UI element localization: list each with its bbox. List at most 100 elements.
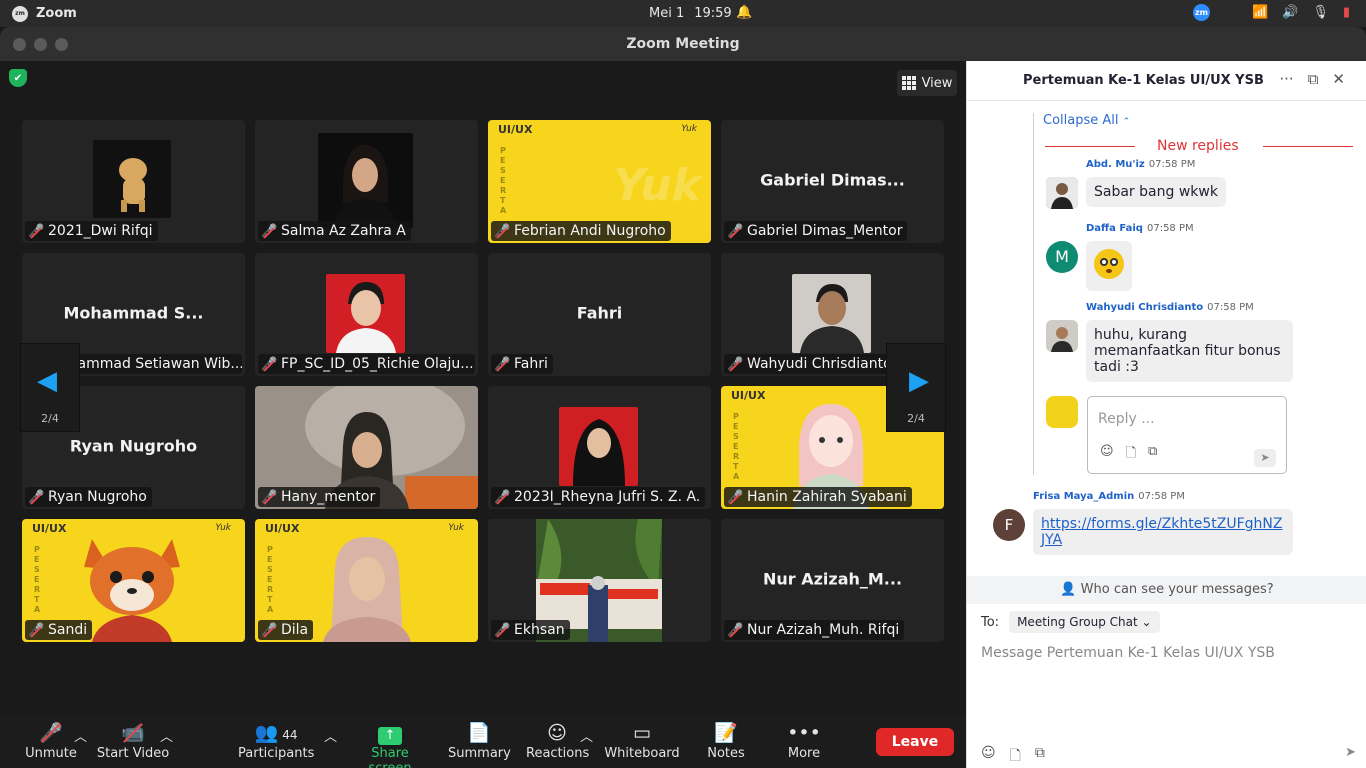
video-stage: ✔ View 🎤 2021_Dwi Rifqi 🎤 Salma Az Zahra A… — [0, 61, 966, 716]
video-tile[interactable]: Fahri 🎤 Fahri — [488, 253, 711, 376]
pop-out-icon[interactable]: ⧉ — [1308, 70, 1319, 88]
clock-time: 19:59 — [694, 6, 732, 21]
video-tile[interactable]: UI/UX Yuk PESERTA 🎤 Sandi — [22, 519, 245, 642]
message-input[interactable]: Message Pertemuan Ke-1 Kelas UI/UX YSB — [981, 645, 1275, 661]
participant-name-label: 🎤 Gabriel Dimas_Mentor — [724, 221, 908, 241]
previous-page-button[interactable]: ◀ 2/4 — [20, 343, 80, 432]
to-label: To: — [981, 614, 1000, 630]
muted-mic-icon: 🎤 — [28, 223, 45, 239]
meeting-toolbar: 🎤 Unmute ︿ 📹 Start Video ︿ 👥44 Participa… — [0, 716, 966, 768]
message-link[interactable]: https://forms.gle/Zkhte5tZUFghNZJYA — [1041, 516, 1282, 548]
zoom-logo-icon: zm — [12, 5, 28, 22]
participants-options-caret[interactable]: ︿ — [324, 726, 337, 745]
recipient-dropdown[interactable]: Meeting Group Chat ⌄ — [1009, 611, 1160, 633]
muted-mic-icon: 🎤 — [28, 489, 45, 505]
thread-line — [1033, 113, 1034, 475]
muted-mic-icon: 🎤 — [727, 223, 744, 239]
participant-name-label: 🎤 Dila — [258, 620, 314, 640]
leave-button[interactable]: Leave — [876, 728, 954, 756]
participant-display-name: Gabriel Dimas... — [760, 170, 905, 190]
video-tile[interactable]: 🎤 Hany_mentor — [255, 386, 478, 509]
avatar[interactable] — [1046, 320, 1078, 352]
notes-icon: 📝 — [714, 722, 738, 744]
share-screen-button[interactable]: ↑ Share screen — [348, 722, 432, 768]
share-screen-icon: ↑ — [378, 727, 402, 745]
participant-name-label: 🎤 2021_Dwi Rifqi — [25, 221, 158, 241]
clock[interactable]: Mei 1 19:59 — [649, 6, 732, 21]
video-tile[interactable]: 🎤 2021_Dwi Rifqi — [22, 120, 245, 243]
file-icon[interactable]: 🗋 — [1010, 745, 1021, 768]
zoom-tray-icon[interactable]: zm — [1192, 4, 1210, 21]
video-tile[interactable]: 🎤 Salma Az Zahra A — [255, 120, 478, 243]
who-can-see-banner[interactable]: 👤 Who can see your messages? — [967, 576, 1366, 604]
close-icon[interactable]: ✕ — [1332, 70, 1345, 88]
chevron-up-icon: ⌃ — [1122, 117, 1131, 127]
video-options-caret[interactable]: ︿ — [160, 726, 173, 745]
unmute-button[interactable]: 🎤 Unmute — [22, 722, 80, 761]
reply-input[interactable]: Reply ... ☺ 🗋 ⧉ ➤ — [1087, 396, 1287, 474]
chat-header: Pertemuan Ke-1 Kelas UI/UX YSB ··· ⧉ ✕ — [967, 61, 1366, 101]
more-options-icon[interactable]: ··· — [1279, 70, 1293, 88]
participants-icon: 👥 44 — [254, 722, 298, 744]
collapse-all-link[interactable]: Collapse All ⌃ — [1043, 113, 1130, 128]
send-icon[interactable]: ➤ — [1345, 745, 1356, 760]
audio-options-caret[interactable]: ︿ — [74, 726, 87, 745]
app-menu[interactable]: zm Zoom — [12, 5, 77, 22]
grid-icon — [901, 76, 916, 90]
participant-display-name: Ryan Nugroho — [69, 436, 198, 456]
more-dots-icon: ••• — [787, 722, 821, 744]
participant-display-name: Fahri — [576, 303, 623, 323]
muted-mic-icon: 🎤 — [261, 622, 278, 638]
volume-icon[interactable]: 🔊 — [1282, 5, 1298, 20]
wifi-icon[interactable]: 📶 — [1252, 5, 1268, 20]
video-camera-muted-icon: 📹 — [96, 722, 170, 744]
participants-button[interactable]: 👥 44 Participants — [238, 722, 314, 761]
chat-message-bubble: https://forms.gle/Zkhte5tZUFghNZJYA — [1033, 509, 1293, 555]
next-page-button[interactable]: ▶ 2/4 — [886, 343, 946, 432]
view-button[interactable]: View — [897, 70, 957, 96]
chat-message-bubble: huhu, kurang memanfaatkan fitur bonus ta… — [1086, 320, 1293, 382]
video-tile[interactable]: 🎤 Ekhsan — [488, 519, 711, 642]
video-tile[interactable]: Nur Azizah_M... 🎤 Nur Azizah_Muh. Rifqi — [721, 519, 944, 642]
video-tile[interactable]: 🎤 FP_SC_ID_05_Richie Olaju... — [255, 253, 478, 376]
muted-mic-icon: 🎤 — [727, 622, 744, 638]
start-video-button[interactable]: 📹 Start Video — [96, 722, 170, 761]
emoji-icon[interactable]: ☺ — [1100, 444, 1114, 466]
video-tile[interactable]: 🎤 2023I_Rheyna Jufri S. Z. A. — [488, 386, 711, 509]
emoji-icon[interactable]: ☺ — [981, 745, 996, 768]
app-name: Zoom — [36, 6, 77, 21]
microphone-icon[interactable]: 🎙 — [1312, 5, 1329, 20]
participant-display-name: Nur Azizah_M... — [762, 569, 903, 589]
participant-name-label: 🎤 Hany_mentor — [258, 487, 381, 507]
participant-name-label: 🎤 Salma Az Zahra A — [258, 221, 411, 241]
send-icon[interactable]: ➤ — [1254, 449, 1276, 467]
person-lock-icon: 👤 — [1060, 582, 1077, 597]
encryption-shield-icon[interactable]: ✔ — [9, 69, 27, 87]
reactions-button[interactable]: ☺ Reactions — [526, 722, 589, 761]
participant-display-name: Mohammad S... — [63, 303, 204, 323]
chat-message-bubble — [1086, 241, 1132, 291]
battery-icon[interactable]: ▮ — [1343, 5, 1350, 20]
notes-button[interactable]: 📝 Notes — [704, 722, 748, 761]
chevron-down-icon: ⌄ — [1141, 615, 1152, 629]
avatar[interactable]: F — [993, 509, 1025, 541]
whiteboard-button[interactable]: ▭ Whiteboard — [604, 722, 680, 761]
screenshot-icon[interactable]: ⧉ — [1148, 444, 1157, 466]
system-tray: zm 📶 🔊 🎙 ▮ — [1192, 4, 1350, 21]
file-icon[interactable]: 🗋 — [1126, 444, 1136, 466]
video-tile[interactable]: UI/UX Yuk PESERTA Yuk 🎤 Febrian Andi Nugr… — [488, 120, 711, 243]
participant-photo — [326, 274, 405, 353]
summary-button[interactable]: 📄 Summary — [448, 722, 511, 761]
muted-mic-icon: 🎤 — [494, 489, 511, 505]
screenshot-icon[interactable]: ⧉ — [1035, 745, 1045, 768]
participant-name-label: 🎤 Sandi — [25, 620, 93, 640]
notification-bell-icon[interactable]: 🔔 — [736, 5, 752, 20]
video-tile[interactable]: Gabriel Dimas... 🎤 Gabriel Dimas_Mentor — [721, 120, 944, 243]
reactions-options-caret[interactable]: ︿ — [580, 726, 593, 745]
more-button[interactable]: ••• More — [784, 722, 824, 761]
smiley-add-icon: ☺ — [547, 722, 567, 744]
video-tile[interactable]: UI/UX Yuk PESERTA 🎤 Dila — [255, 519, 478, 642]
avatar[interactable]: M — [1046, 241, 1078, 273]
avatar[interactable] — [1046, 177, 1078, 209]
muted-mic-icon: 🎤 — [261, 223, 278, 239]
